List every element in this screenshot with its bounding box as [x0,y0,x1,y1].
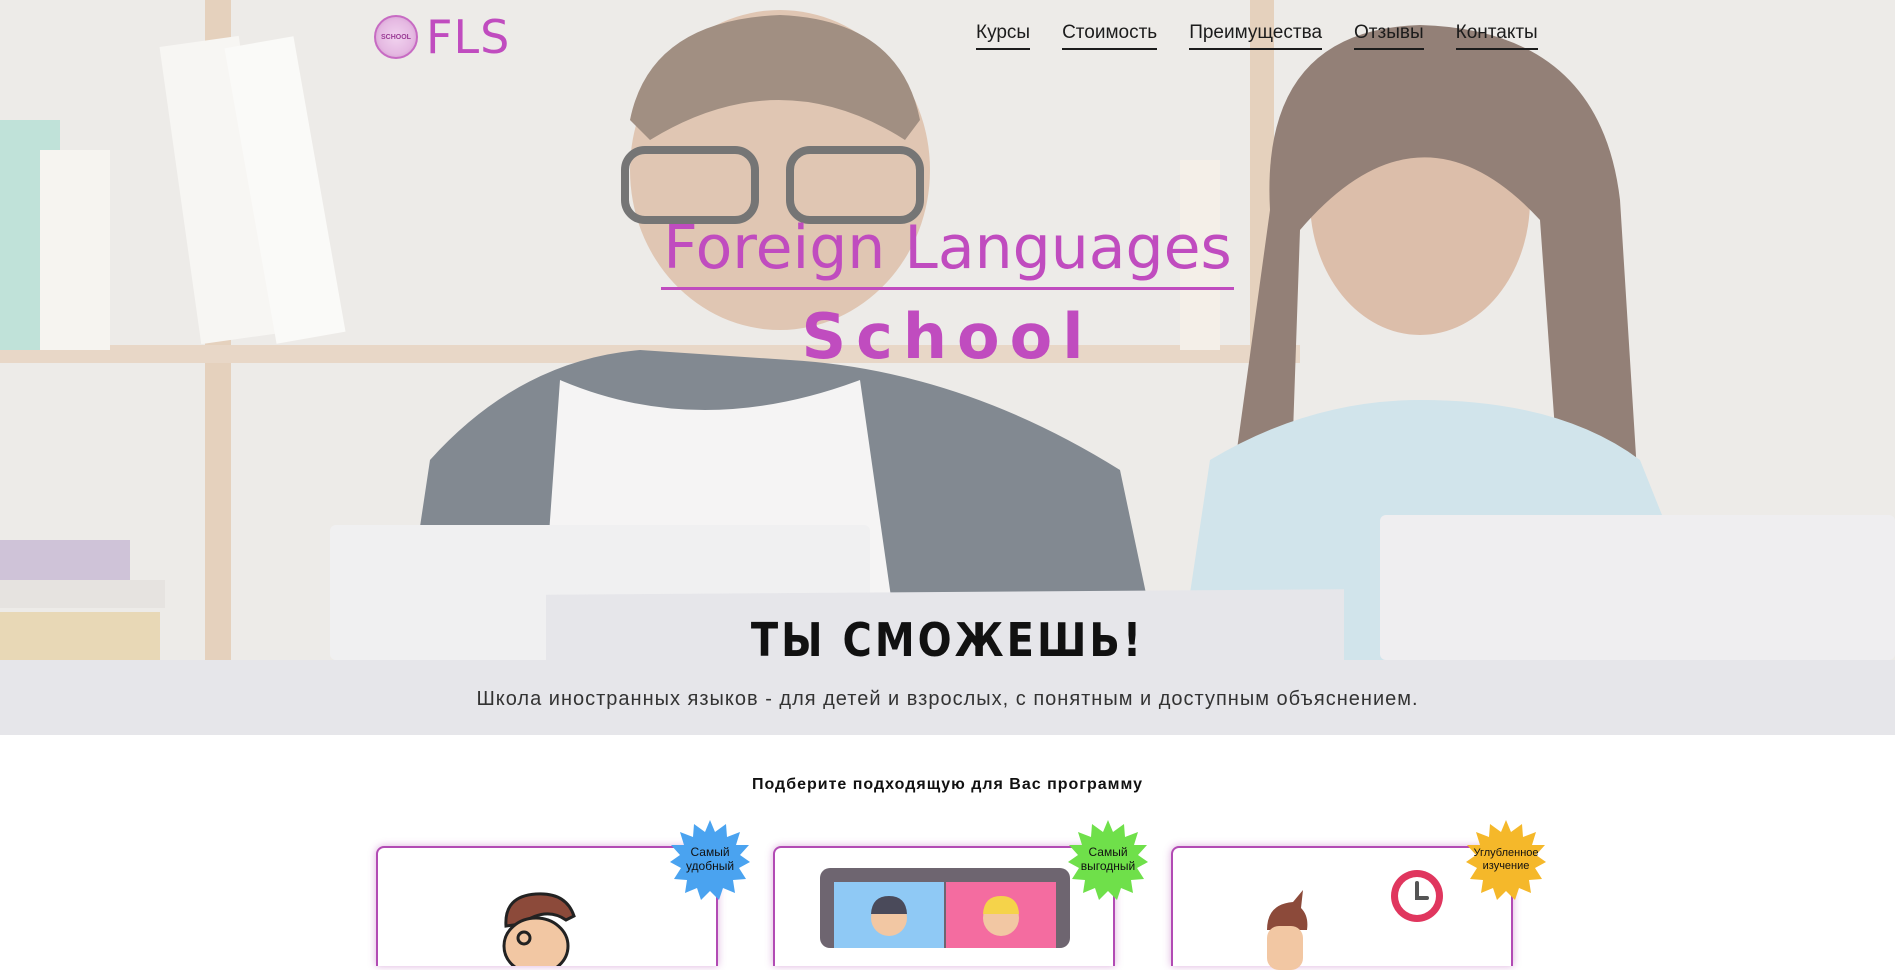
badge-convenient: Самый удобный [670,820,750,900]
nav-link-contacts[interactable]: Контакты [1455,22,1538,50]
student-avatar-icon [502,892,576,966]
badge-convenient-text: Самый удобный [685,845,735,873]
programs-heading: Подберите подходящую для Вас программу [751,776,1144,793]
badge-profitable-text: Самый выгодный [1080,845,1136,873]
hero-subtitle: Школа иностранных языков - для детей и в… [476,688,1419,710]
program-card-1[interactable] [376,846,718,966]
main-nav: Курсы Стоимость Преимущества Отзывы Конт… [976,22,1538,50]
nav-link-courses[interactable]: Курсы [976,22,1031,50]
nav-link-reviews[interactable]: Отзывы [1354,22,1424,50]
badge-in-depth-text: Углубленное изучение [1473,847,1539,872]
clock-icon [1391,870,1443,922]
hero-title-line1-wrap: Foreign Languages [0,213,1895,290]
program-card-2[interactable] [773,846,1115,966]
video-call-icon [820,868,1070,948]
hero-section: SCHOOL FLS Курсы Стоимость Преимущества … [0,0,1895,660]
hero-slogan: ТЫ СМОЖЕШЬ! [750,614,1145,660]
logo-badge: SCHOOL [374,15,418,59]
nav-link-advantages[interactable]: Преимущества [1189,22,1323,50]
badge-in-depth: Углубленное изучение [1466,820,1546,900]
program-card-3[interactable] [1171,846,1513,970]
nav-link-pricing[interactable]: Стоимость [1062,22,1158,50]
teacher-avatar-icon [1267,890,1308,970]
logo[interactable]: SCHOOL FLS [374,10,510,64]
hero-title-line1: Foreign Languages [661,213,1234,290]
hero-title-line2: School [801,300,1094,373]
badge-profitable: Самый выгодный [1068,820,1148,900]
logo-text: FLS [426,10,511,64]
